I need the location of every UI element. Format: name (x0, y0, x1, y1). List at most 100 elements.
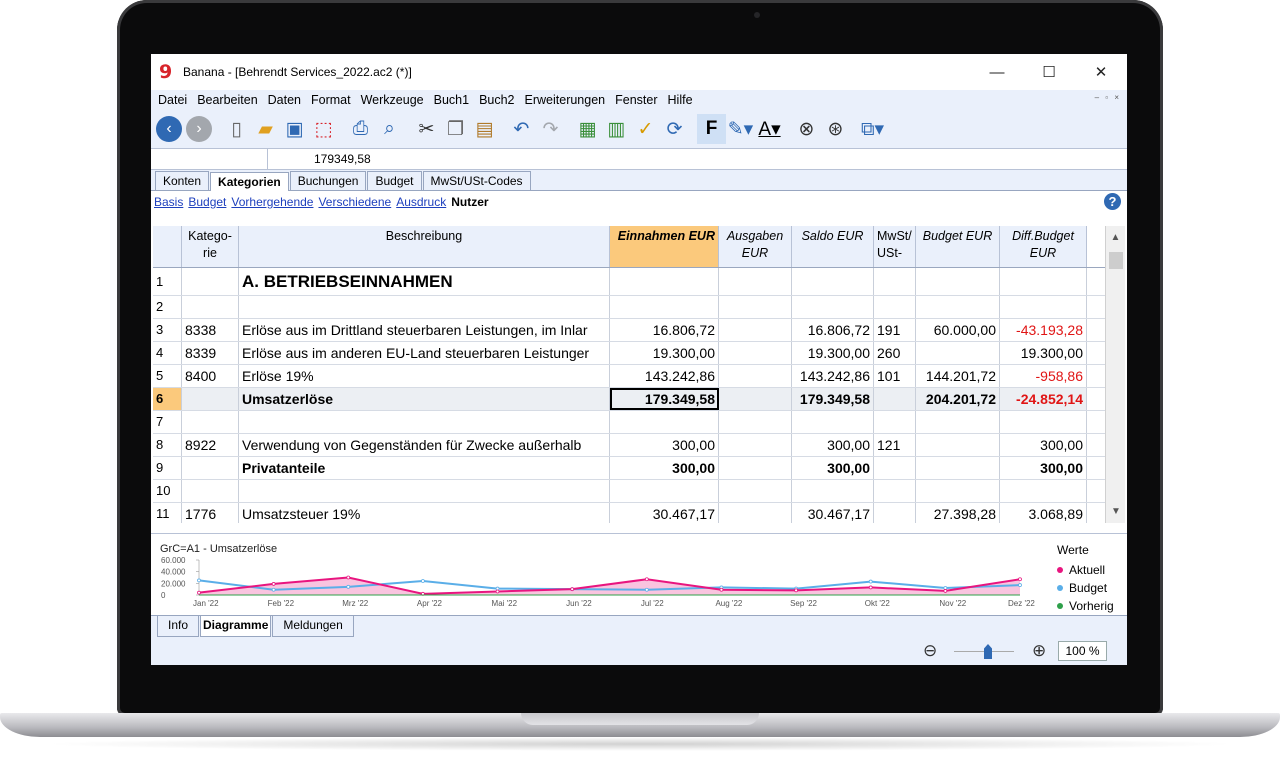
cell-rn[interactable]: 5 (153, 365, 182, 387)
view-budget[interactable]: Budget (188, 195, 226, 209)
cell-diff[interactable] (1000, 411, 1087, 433)
cell-kategorie[interactable]: 8400 (182, 365, 239, 387)
mdi-controls[interactable]: – ▫ × (1095, 93, 1121, 102)
check-icon[interactable]: ✓ (631, 114, 660, 144)
zoom-out-icon[interactable]: ⊖ (923, 641, 937, 661)
header-saldo[interactable]: Saldo EUR (792, 226, 874, 267)
cell-kategorie[interactable]: 8339 (182, 342, 239, 364)
cell-budget[interactable]: 204.201,72 (916, 388, 1000, 410)
cell-diff[interactable] (1000, 480, 1087, 502)
cell-rn[interactable]: 7 (153, 411, 182, 433)
header-budget[interactable]: Budget EUR (916, 226, 1000, 267)
cell-saldo[interactable]: 16.806,72 (792, 319, 874, 341)
cell-einnahmen[interactable] (610, 296, 719, 318)
find-icon[interactable]: ⊗ (792, 114, 821, 144)
cell-einnahmen[interactable] (610, 480, 719, 502)
cell-mwst[interactable]: 191 (874, 319, 916, 341)
cell-beschreibung[interactable]: Privatanteile (239, 457, 610, 479)
cell-saldo[interactable] (792, 480, 874, 502)
cell-saldo[interactable]: 300,00 (792, 457, 874, 479)
menu-buch1[interactable]: Buch1 (429, 93, 474, 107)
tab-konten[interactable]: Konten (155, 171, 210, 190)
back-icon[interactable]: ‹ (156, 116, 182, 142)
cell-kategorie[interactable] (182, 388, 239, 410)
menu-hilfe[interactable]: Hilfe (663, 93, 698, 107)
cell-diff[interactable]: -43.193,28 (1000, 319, 1087, 341)
header-beschreibung[interactable]: Beschreibung (239, 226, 610, 267)
header-ausgaben[interactable]: Ausgaben EUR (719, 226, 792, 267)
cell-saldo[interactable] (792, 411, 874, 433)
pdf-icon[interactable]: ⬚ (309, 114, 338, 144)
header-diff-budget[interactable]: Diff.Budget EUR (1000, 226, 1087, 267)
scroll-thumb[interactable] (1109, 252, 1123, 269)
zoom-level[interactable]: 100 % (1058, 641, 1107, 661)
insert-row-icon[interactable]: ▦ (573, 114, 602, 144)
cell-einnahmen[interactable]: 300,00 (610, 434, 719, 456)
cell-ausgaben[interactable] (719, 388, 792, 410)
close-button[interactable]: ✕ (1075, 63, 1127, 81)
vertical-scrollbar[interactable]: ▲ ▼ (1105, 226, 1125, 523)
cell-rn[interactable]: 6 (153, 388, 182, 410)
header-mwst[interactable]: MwSt/USt- (874, 226, 916, 267)
cell-kategorie[interactable] (182, 457, 239, 479)
cell-einnahmen[interactable]: 143.242,86 (610, 365, 719, 387)
copy-icon[interactable]: ❐ (441, 114, 470, 144)
cell-einnahmen[interactable]: 30.467,17 (610, 503, 719, 523)
cell-beschreibung[interactable]: A. BETRIEBSEINNAHMEN (239, 268, 610, 295)
menu-erweiterungen[interactable]: Erweiterungen (520, 93, 611, 107)
cell-mwst[interactable] (874, 457, 916, 479)
replace-icon[interactable]: ⊛ (821, 114, 850, 144)
bottom-tab-diagramme[interactable]: Diagramme (200, 616, 272, 637)
cell-budget[interactable]: 60.000,00 (916, 319, 1000, 341)
cell-diff[interactable]: 3.068,89 (1000, 503, 1087, 523)
help-icon[interactable]: ? (1104, 193, 1121, 210)
cell-einnahmen[interactable] (610, 268, 719, 295)
cell-budget[interactable] (916, 268, 1000, 295)
cell-mwst[interactable]: 101 (874, 365, 916, 387)
cell-saldo[interactable] (792, 296, 874, 318)
cell-ausgaben[interactable] (719, 296, 792, 318)
cell-beschreibung[interactable]: Erlöse aus im Drittland steuerbaren Leis… (239, 319, 610, 341)
delete-row-icon[interactable]: ▥ (602, 114, 631, 144)
cell-beschreibung[interactable]: Erlöse aus im anderen EU-Land steuerbare… (239, 342, 610, 364)
cut-icon[interactable]: ✂ (412, 114, 441, 144)
cell-beschreibung[interactable]: Erlöse 19% (239, 365, 610, 387)
cell-ausgaben[interactable] (719, 365, 792, 387)
cell-mwst[interactable] (874, 296, 916, 318)
print-icon[interactable]: ⎙ (346, 114, 375, 144)
cell-diff[interactable]: -958,86 (1000, 365, 1087, 387)
cell-beschreibung[interactable]: Verwendung von Gegenständen für Zwecke a… (239, 434, 610, 456)
cell-mwst[interactable] (874, 411, 916, 433)
menu-werkzeuge[interactable]: Werkzeuge (356, 93, 429, 107)
cell-rn[interactable]: 8 (153, 434, 182, 456)
cell-beschreibung[interactable] (239, 296, 610, 318)
cell-einnahmen[interactable]: 179.349,58 (610, 388, 719, 410)
cell-kategorie[interactable] (182, 480, 239, 502)
cell-diff[interactable]: -24.852,14 (1000, 388, 1087, 410)
scroll-down-icon[interactable]: ▼ (1106, 506, 1126, 517)
cell-mwst[interactable]: 121 (874, 434, 916, 456)
cell-diff[interactable]: 300,00 (1000, 457, 1087, 479)
cell-ausgaben[interactable] (719, 503, 792, 523)
cell-rn[interactable]: 2 (153, 296, 182, 318)
cell-beschreibung[interactable] (239, 411, 610, 433)
open-folder-icon[interactable]: ▰ (251, 114, 280, 144)
cell-rn[interactable]: 9 (153, 457, 182, 479)
formula-input[interactable]: 179349,58 (268, 149, 371, 169)
cell-ausgaben[interactable] (719, 342, 792, 364)
cell-einnahmen[interactable]: 300,00 (610, 457, 719, 479)
cell-kategorie[interactable]: 8922 (182, 434, 239, 456)
cell-mwst[interactable] (874, 503, 916, 523)
cell-einnahmen[interactable]: 16.806,72 (610, 319, 719, 341)
menu-fenster[interactable]: Fenster (610, 93, 662, 107)
cell-saldo[interactable] (792, 268, 874, 295)
cell-kategorie[interactable]: 8338 (182, 319, 239, 341)
cell-budget[interactable] (916, 480, 1000, 502)
font-color-icon[interactable]: A▾ (755, 114, 784, 144)
cell-diff[interactable] (1000, 268, 1087, 295)
tab-mwst-codes[interactable]: MwSt/USt-Codes (422, 171, 531, 190)
cell-kategorie[interactable] (182, 296, 239, 318)
cell-reference[interactable] (151, 149, 268, 169)
cell-rn[interactable]: 11 (153, 503, 182, 523)
cell-mwst[interactable] (874, 388, 916, 410)
